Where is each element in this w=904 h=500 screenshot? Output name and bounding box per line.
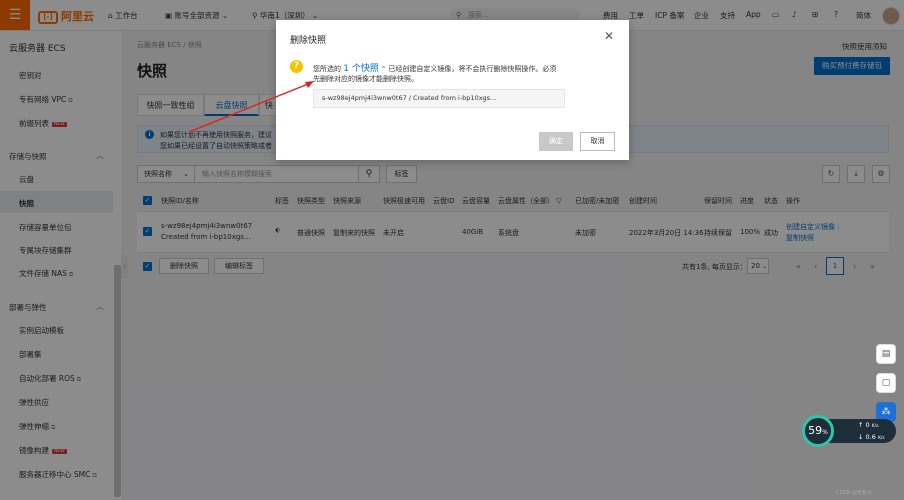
confirm-button[interactable]: 确定 [539, 132, 573, 151]
dialog-message-line-2: 先删除对应的镜像才能删除快照。 [313, 75, 418, 83]
watermark: CSDN @无名火 [836, 490, 872, 496]
speed-bar: ↑ 0 K/s ↓ 0.6 K/s [828, 419, 896, 443]
download-speed: ↓ 0.6 K/s [858, 433, 885, 441]
close-icon[interactable]: ✕ [604, 29, 614, 43]
snapshot-entry: s-wz98ej4pmj4i3wnw0t67 / Created from i-… [313, 89, 565, 108]
network-speed-widget[interactable]: ↑ 0 K/s ↓ 0.6 K/s 59% [802, 415, 896, 447]
warning-icon: ? [290, 60, 303, 73]
memory-usage: 59% [802, 415, 834, 447]
book-icon[interactable]: ▤ [876, 344, 896, 364]
chat-icon[interactable]: ▢ [876, 373, 896, 393]
snapshot-count-toggle[interactable]: 1 个快照 [343, 64, 379, 74]
chevron-up-icon[interactable]: ^ [381, 66, 386, 73]
dialog-message-line-1: 您所选的 1 个快照 ^ 已经创建自定义镜像，将不会执行删除快照操作。必须 [313, 64, 557, 74]
dialog-title: 删除快照 [290, 36, 327, 46]
cancel-button[interactable]: 取消 [580, 132, 615, 151]
upload-speed: ↑ 0 K/s [858, 421, 879, 429]
delete-snapshot-dialog: 删除快照 ✕ ? 您所选的 1 个快照 ^ 已经创建自定义镜像，将不会执行删除快… [276, 20, 629, 160]
